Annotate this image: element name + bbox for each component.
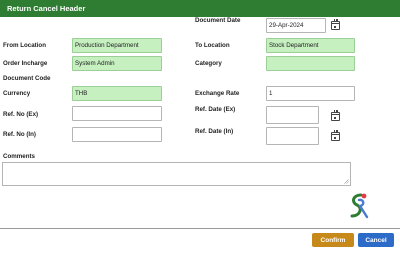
from-location-label: From Location [3,42,46,49]
currency-field[interactable]: THB [72,86,162,101]
ref-no-ex-label: Ref. No (Ex) [3,111,39,118]
calendar-icon[interactable] [331,19,340,30]
ref-date-in-label: Ref. Date (In) [195,128,234,135]
exchange-rate-label: Exchange Rate [195,90,240,97]
calendar-icon[interactable] [331,130,340,141]
category-field[interactable] [266,56,355,71]
ref-date-in-field[interactable] [266,127,319,145]
order-incharge-field[interactable]: System Admin [72,56,162,71]
comments-label: Comments [3,153,35,160]
resize-handle-icon[interactable] [344,179,349,184]
document-date-label: Document Date [195,17,241,24]
dialog-title: Return Cancel Header [7,4,86,13]
ref-date-ex-field[interactable] [266,106,319,124]
order-incharge-label: Order Incharge [3,60,48,67]
dialog-title-bar: Return Cancel Header [0,0,400,17]
ref-no-in-label: Ref. No (In) [3,131,36,138]
category-label: Category [195,60,222,67]
currency-label: Currency [3,90,31,97]
ref-no-ex-field[interactable] [72,106,162,121]
brand-logo [350,193,369,219]
to-location-label: To Location [195,42,230,49]
document-code-label: Document Code [3,75,51,82]
comments-textarea[interactable] [2,162,351,186]
ref-no-in-field[interactable] [72,127,162,142]
confirm-button[interactable]: Confirm [312,233,354,247]
exchange-rate-field[interactable]: 1 [266,86,355,101]
from-location-field[interactable]: Production Department [72,38,162,53]
to-location-field[interactable]: Stock Department [266,38,355,53]
footer-divider [0,228,400,229]
document-date-field[interactable]: 29-Apr-2024 [266,18,326,33]
calendar-icon[interactable] [331,110,340,121]
ref-date-ex-label: Ref. Date (Ex) [195,106,236,113]
return-cancel-dialog: Return Cancel Header Document Date 29-Ap… [0,0,400,256]
cancel-button[interactable]: Cancel [358,233,394,247]
